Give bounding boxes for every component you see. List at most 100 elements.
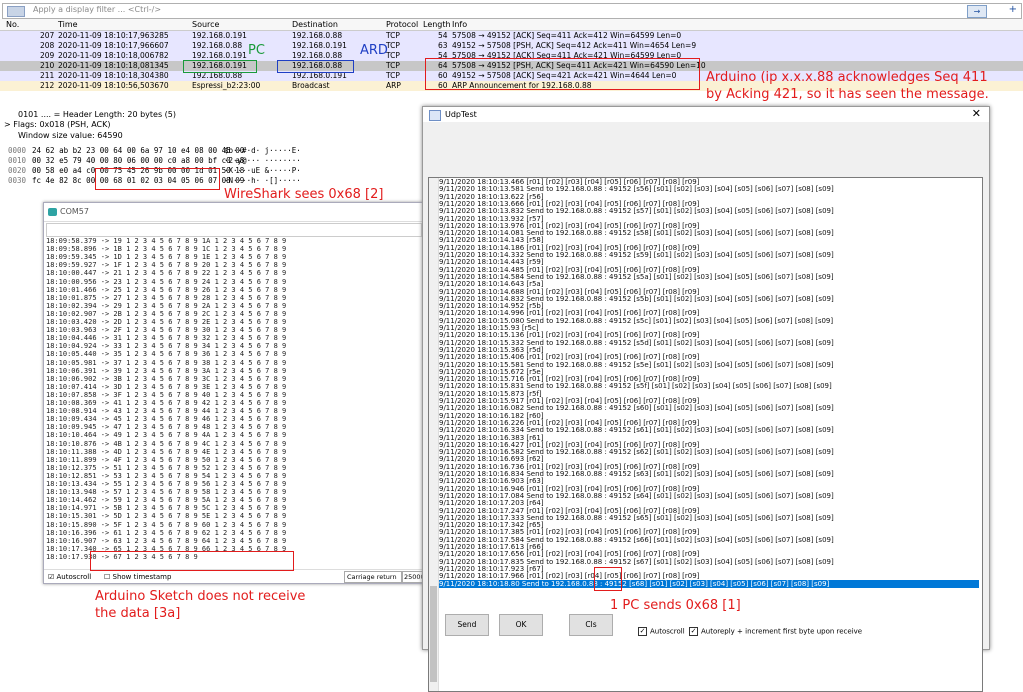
serial-output[interactable]: 18:09:58.379 -> 19 1 2 3 4 5 6 7 8 9 1A … xyxy=(46,237,420,567)
serial-line: 18:10:13.434 -> 55 1 2 3 4 5 6 7 8 9 56 … xyxy=(46,480,287,488)
packet-time: 2020-11-09 18:10:17,966607 xyxy=(58,41,169,50)
hex-bytes[interactable]: 00 32 e5 79 40 00 80 06 00 00 c0 a8 00 b… xyxy=(32,156,244,165)
hex-offset: 0030 xyxy=(8,176,27,185)
packet-row[interactable]: 207 2020-11-09 18:10:17,963285 192.168.0… xyxy=(0,31,1023,41)
hex-ascii[interactable]: $b··#·d· j·····E· xyxy=(224,146,301,155)
hex-offset: 0010 xyxy=(8,156,27,165)
udptest-titlebar[interactable]: UdpTest ✕ xyxy=(423,107,989,122)
hex-ascii[interactable]: ·2·y@··· ········ xyxy=(224,156,301,165)
col-info[interactable]: Info xyxy=(452,20,467,29)
close-icon[interactable]: ✕ xyxy=(972,107,981,120)
udp-log-scrollbar[interactable] xyxy=(429,178,439,691)
packet-protocol: TCP xyxy=(386,41,400,50)
sketch-annotation: Arduino Sketch does not receive the data… xyxy=(95,589,306,621)
detail-header-length[interactable]: 0101 .... = Header Length: 20 bytes (5) xyxy=(18,110,176,119)
apply-filter-icon[interactable]: → xyxy=(967,5,987,18)
hex-0x68-highlight xyxy=(95,168,220,190)
packet-no: 211 xyxy=(40,71,55,80)
packet-protocol: ARP xyxy=(386,81,401,90)
display-filter-input[interactable]: Apply a display filter ... <Ctrl-/> → + xyxy=(2,3,1022,19)
serial-line: 18:10:16.907 -> 63 1 2 3 4 5 6 7 8 9 64 … xyxy=(46,536,287,545)
ok-button[interactable]: OK xyxy=(499,614,543,636)
serial-line: 18:10:10.876 -> 4B 1 2 3 4 5 6 7 8 9 4C … xyxy=(46,439,287,448)
serial-line: 18:09:58.896 -> 1B 1 2 3 4 5 6 7 8 9 1C … xyxy=(46,245,287,254)
timestamp-checkbox[interactable]: ☐ Show timestamp xyxy=(104,573,171,581)
app-icon xyxy=(429,110,441,121)
col-protocol[interactable]: Protocol xyxy=(386,20,418,29)
serial-monitor-titlebar[interactable]: COM57 xyxy=(44,203,424,222)
packet-time: 2020-11-09 18:10:18,081345 xyxy=(58,61,169,70)
serial-line: 18:10:00.447 -> 21 1 2 3 4 5 6 7 8 9 22 … xyxy=(46,269,287,278)
add-filter-icon[interactable]: + xyxy=(1009,4,1017,15)
checkbox-checked-icon: ✓ xyxy=(689,627,698,636)
packet-source: 192.168.0.88 xyxy=(192,41,243,50)
serial-line: 18:10:15.301 -> 5D 1 2 3 4 5 6 7 8 9 5E … xyxy=(46,512,287,521)
serial-line: 18:10:03.420 -> 2D 1 2 3 4 5 6 7 8 9 2E … xyxy=(46,318,287,326)
serial-send-input[interactable] xyxy=(46,223,422,237)
packet-no: 208 xyxy=(40,41,55,50)
autoscroll-checkbox[interactable]: ☑ Autoscroll xyxy=(48,573,91,581)
packet-destination: 192.168.0.191 xyxy=(292,41,347,50)
hex-offset: 0020 xyxy=(8,166,27,175)
packet-row[interactable]: 208 2020-11-09 18:10:17,966607 192.168.0… xyxy=(0,41,1023,51)
packet-protocol: TCP xyxy=(386,31,400,40)
send-button[interactable]: Send xyxy=(445,614,489,636)
packet-info: 57508 → 49152 [ACK] Seq=411 Ack=412 Win=… xyxy=(452,31,682,40)
packet-protocol: TCP xyxy=(386,51,400,60)
serial-line: 18:10:15.890 -> 5F 1 2 3 4 5 6 7 8 9 60 … xyxy=(46,520,287,529)
serial-line: 18:10:02.907 -> 2B 1 2 3 4 5 6 7 8 9 2C … xyxy=(46,309,287,318)
cls-button[interactable]: Cls xyxy=(569,614,613,636)
packet-no: 210 xyxy=(40,61,55,70)
arduino-icon xyxy=(48,208,57,216)
log-line-selected[interactable]: 9/11/2020 18:10:18.80 Send to 192.168.0.… xyxy=(439,579,979,588)
timestamp-label: Show timestamp xyxy=(112,573,172,581)
packet-destination: 192.168.0.88 xyxy=(292,51,343,60)
serial-line: 18:09:58.379 -> 19 1 2 3 4 5 6 7 8 9 1A … xyxy=(46,237,287,245)
serial-line: 18:10:04.924 -> 33 1 2 3 4 5 6 7 8 9 34 … xyxy=(46,342,287,351)
serial-missing-highlight xyxy=(90,551,294,571)
autoreply-checkbox[interactable]: ✓ Autoreply + increment first byte upon r… xyxy=(689,627,862,636)
packet-info: 49152 → 57508 [PSH, ACK] Seq=412 Ack=411… xyxy=(452,41,697,50)
ack-highlight xyxy=(425,58,700,90)
arduino-annotation: Arduino (ip x.x.x.88 acknowledges Seq 41… xyxy=(706,70,989,102)
packet-no: 207 xyxy=(40,31,55,40)
serial-line: 18:10:02.394 -> 29 1 2 3 4 5 6 7 8 9 2A … xyxy=(46,301,287,310)
col-source[interactable]: Source xyxy=(192,20,219,29)
packet-details-pane: 0101 .... = Header Length: 20 bytes (5) … xyxy=(0,103,420,143)
serial-line: 18:10:11.388 -> 4D 1 2 3 4 5 6 7 8 9 4E … xyxy=(46,447,287,456)
autoscroll-label: Autoscroll xyxy=(56,573,92,581)
bookmark-icon[interactable] xyxy=(7,6,25,17)
line-ending-select[interactable]: Carriage return xyxy=(344,571,402,583)
packet-time: 2020-11-09 18:10:17,963285 xyxy=(58,31,169,40)
autoreply-label: Autoreply + increment first byte upon re… xyxy=(701,627,863,636)
col-length[interactable]: Length xyxy=(423,20,451,29)
hex-ascii[interactable]: ·N····h· ·[]····· xyxy=(224,176,301,185)
serial-line: 18:09:59.927 -> 1F 1 2 3 4 5 6 7 8 9 20 … xyxy=(46,261,287,270)
autoscroll-checkbox[interactable]: ✓ Autoscroll xyxy=(638,627,685,636)
serial-line: 18:10:07.414 -> 3D 1 2 3 4 5 6 7 8 9 3E … xyxy=(46,382,287,391)
packet-destination: Broadcast xyxy=(292,81,330,90)
hex-ascii[interactable]: ·X····uE &·····P· xyxy=(224,166,301,175)
autoscroll-label: Autoscroll xyxy=(650,627,685,636)
packet-source: 192.168.0.191 xyxy=(192,51,247,60)
serial-monitor-title: COM57 xyxy=(60,207,89,216)
packet-destination: 192.168.0.88 xyxy=(292,31,343,40)
serial-line: 18:10:12.375 -> 51 1 2 3 4 5 6 7 8 9 52 … xyxy=(46,463,287,472)
packet-no: 209 xyxy=(40,51,55,60)
serial-line: 18:10:03.963 -> 2F 1 2 3 4 5 6 7 8 9 30 … xyxy=(46,326,287,335)
col-time[interactable]: Time xyxy=(58,20,78,29)
packet-source: 192.168.0.191 xyxy=(192,31,247,40)
hex-bytes[interactable]: 24 62 ab b2 23 00 64 00 6a 97 10 e4 08 0… xyxy=(32,146,244,155)
col-no[interactable]: No. xyxy=(6,20,19,29)
col-destination[interactable]: Destination xyxy=(292,20,338,29)
packet-protocol: TCP xyxy=(386,61,400,70)
serial-line: 18:10:09.434 -> 45 1 2 3 4 5 6 7 8 9 46 … xyxy=(46,415,287,424)
scrollbar-thumb[interactable] xyxy=(430,586,437,682)
serial-line: 18:10:09.945 -> 47 1 2 3 4 5 6 7 8 9 48 … xyxy=(46,423,287,432)
serial-line: 18:10:04.446 -> 31 1 2 3 4 5 6 7 8 9 32 … xyxy=(46,334,287,343)
packet-no: 212 xyxy=(40,81,55,90)
detail-flags[interactable]: > Flags: 0x018 (PSH, ACK) xyxy=(4,120,111,129)
serial-line: 18:09:59.345 -> 1D 1 2 3 4 5 6 7 8 9 1E … xyxy=(46,253,287,262)
detail-window-size[interactable]: Window size value: 64590 xyxy=(18,131,123,140)
serial-line: 18:10:13.948 -> 57 1 2 3 4 5 6 7 8 9 58 … xyxy=(46,488,287,497)
